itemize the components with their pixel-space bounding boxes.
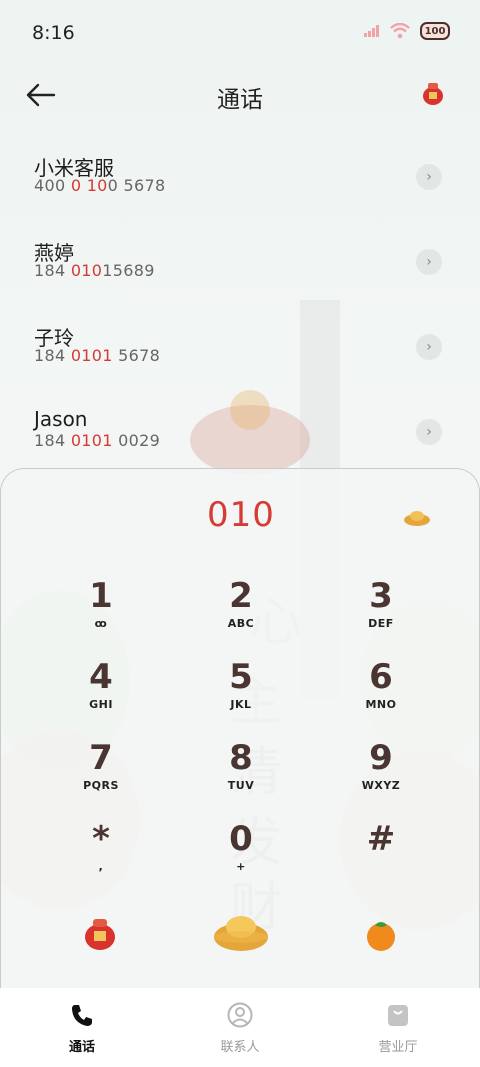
person-icon: [227, 1002, 253, 1028]
contact-name: 子玲: [34, 326, 74, 350]
battery-icon: 100: [420, 22, 450, 40]
tab-bar: 通话 联系人 营业厅: [0, 988, 480, 1067]
signal-icon: [364, 25, 379, 37]
key-5[interactable]: 5 JKL: [181, 658, 301, 728]
red-envelope-icon[interactable]: [84, 917, 116, 951]
tab-label: 通话: [68, 1040, 95, 1055]
key-1[interactable]: 1 ꝏ: [41, 577, 161, 647]
list-item[interactable]: 子玲 184 0101 5678 ›: [0, 310, 480, 395]
key-4[interactable]: 4 GHI: [41, 658, 161, 728]
dialpad-actions: [1, 916, 479, 967]
bag-icon: [388, 1005, 408, 1026]
key-hash[interactable]: #: [321, 820, 441, 890]
voicemail-icon: ꝏ: [94, 617, 108, 630]
contact-number: 184 01015689: [34, 261, 155, 280]
page-title: 通话: [217, 87, 263, 113]
tab-contacts[interactable]: 联系人: [180, 1002, 300, 1055]
tab-label: 联系人: [220, 1040, 260, 1055]
battery-level: 100: [424, 25, 446, 37]
key-2[interactable]: 2 ABC: [181, 577, 301, 647]
tab-label: 营业厅: [378, 1040, 418, 1055]
key-8[interactable]: 8 TUV: [181, 739, 301, 809]
chevron-right-icon[interactable]: ›: [416, 419, 442, 445]
key-9[interactable]: 9 WXYZ: [321, 739, 441, 809]
contact-list: 小米客服 400 0 100 5678 › 燕婷 184 01015689 › …: [0, 140, 480, 480]
status-icons: 100: [364, 22, 450, 40]
header: 通话: [0, 70, 480, 120]
wifi-icon: [390, 23, 410, 39]
key-6[interactable]: 6 MNO: [321, 658, 441, 728]
tab-store[interactable]: 营业厅: [338, 1002, 458, 1055]
contact-name: 燕婷: [34, 241, 74, 265]
list-item[interactable]: 燕婷 184 01015689 ›: [0, 225, 480, 310]
tab-calls[interactable]: 通话: [22, 1002, 142, 1055]
contact-name: Jason: [34, 407, 88, 431]
status-bar: 8:16 100: [0, 0, 480, 66]
orange-icon[interactable]: [364, 919, 398, 951]
key-star[interactable]: * ,: [41, 820, 161, 890]
chevron-right-icon[interactable]: ›: [416, 249, 442, 275]
key-3[interactable]: 3 DEF: [321, 577, 441, 647]
contact-number: 184 0101 5678: [34, 346, 161, 365]
contact-number: 184 0101 0029: [34, 431, 161, 450]
gold-ingot-icon[interactable]: [403, 507, 431, 527]
dialpad: 010 1 ꝏ 2 ABC 3 DEF 4 GHI 5 JKL 6 MNO 7 …: [0, 468, 480, 988]
status-time: 8:16: [32, 22, 75, 44]
list-item[interactable]: 小米客服 400 0 100 5678 ›: [0, 140, 480, 225]
chevron-right-icon[interactable]: ›: [416, 334, 442, 360]
red-envelope-icon[interactable]: [422, 82, 444, 106]
key-0[interactable]: 0 +: [181, 820, 301, 890]
phone-icon: [72, 1005, 92, 1026]
key-7[interactable]: 7 PQRS: [41, 739, 161, 809]
contact-name: 小米客服: [34, 156, 114, 180]
call-ingot-icon[interactable]: [213, 907, 269, 953]
chevron-right-icon[interactable]: ›: [416, 164, 442, 190]
contact-number: 400 0 100 5678: [34, 176, 166, 195]
